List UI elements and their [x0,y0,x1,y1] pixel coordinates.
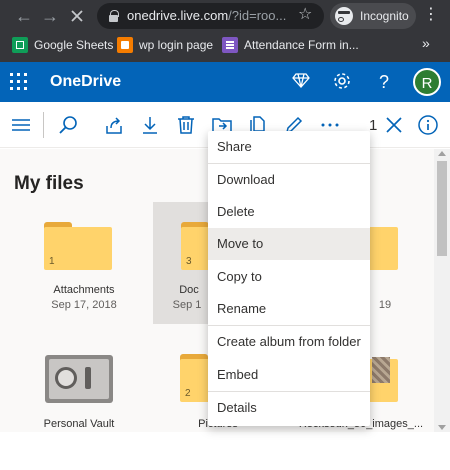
scroll-down-icon[interactable] [438,425,446,430]
menu-item-details[interactable]: Details [208,392,370,424]
delete-icon[interactable] [175,114,197,136]
forward-icon[interactable]: → [38,0,62,32]
scrollbar[interactable] [434,149,450,432]
scroll-up-icon[interactable] [438,151,446,156]
folder-item-count: 2 [185,388,191,399]
bookmark-label: Attendance Form in... [244,38,359,52]
incognito-label: Incognito [360,9,409,23]
browser-chrome: ← → onedrive.live.com/?id=roo... ☆ Incog… [0,0,450,62]
menu-item-create-album[interactable]: Create album from folder [208,326,370,358]
app-launcher-icon[interactable] [10,73,28,91]
context-menu: Share Download Delete Move to Copy to Re… [208,131,370,426]
bookmark-wp-login[interactable]: wp login page [117,35,213,55]
forms-icon [222,37,238,53]
tile-name: Attachments [53,284,115,296]
google-sheets-icon [12,37,28,53]
wp-icon [117,37,133,53]
folder-tile-attachments[interactable]: 1 Attachments Sep 17, 2018 [34,204,134,324]
app-title[interactable]: OneDrive [50,73,121,91]
tile-date: Sep 17, 2018 [51,299,117,311]
bookmark-label: wp login page [139,38,214,52]
menu-item-move-to[interactable]: Move to [208,228,370,260]
info-icon[interactable] [417,114,439,136]
tile-name: Personal Vault [43,418,115,430]
folder-item-count: 3 [186,256,192,267]
incognito-icon [335,7,353,25]
menu-item-embed[interactable]: Embed [208,359,370,391]
folder-item-count: 1 [49,256,55,267]
menu-item-share[interactable]: Share [208,131,370,163]
onedrive-header: OneDrive ? R [0,62,450,102]
personal-vault-icon [45,355,113,403]
menu-item-download[interactable]: Download [208,164,370,196]
premium-diamond-icon[interactable] [290,71,312,93]
menu-item-rename[interactable]: Rename [208,293,370,325]
folder-icon: 1 [44,222,112,270]
search-icon[interactable] [57,114,79,136]
menu-item-copy-to[interactable]: Copy to [208,261,370,293]
incognito-indicator[interactable]: Incognito [330,3,416,29]
menu-item-delete[interactable]: Delete [208,196,370,228]
reload-icon[interactable] [65,0,89,32]
selected-count: 1 [369,117,378,134]
address-url: onedrive.live.com/?id=roo... [127,8,286,23]
browser-menu-icon[interactable]: ⋮ [423,4,439,24]
settings-gear-icon[interactable] [331,71,353,93]
help-icon[interactable]: ? [373,71,395,93]
scroll-thumb[interactable] [437,161,447,256]
photo-thumbnail [372,357,390,383]
bookmark-label: Google Sheets [34,38,114,52]
back-icon[interactable]: ← [12,0,36,32]
menu-icon[interactable] [10,114,32,136]
divider [43,112,44,138]
share-icon[interactable] [103,114,125,136]
url-host: onedrive.live.com [127,8,229,23]
clear-selection-icon[interactable] [383,114,405,136]
url-path: /?id=roo... [228,8,287,23]
address-bar[interactable]: onedrive.live.com/?id=roo... [97,3,324,29]
avatar[interactable]: R [413,68,441,96]
download-icon[interactable] [139,114,161,136]
bookmark-google-sheets[interactable]: Google Sheets [12,35,113,55]
bookmarks-overflow-button[interactable]: » [422,35,430,51]
bookmark-attendance-form[interactable]: Attendance Form in... [222,35,359,55]
page-title: My files [14,173,84,194]
lock-icon [109,10,119,22]
bookmark-star-icon[interactable]: ☆ [298,4,312,24]
